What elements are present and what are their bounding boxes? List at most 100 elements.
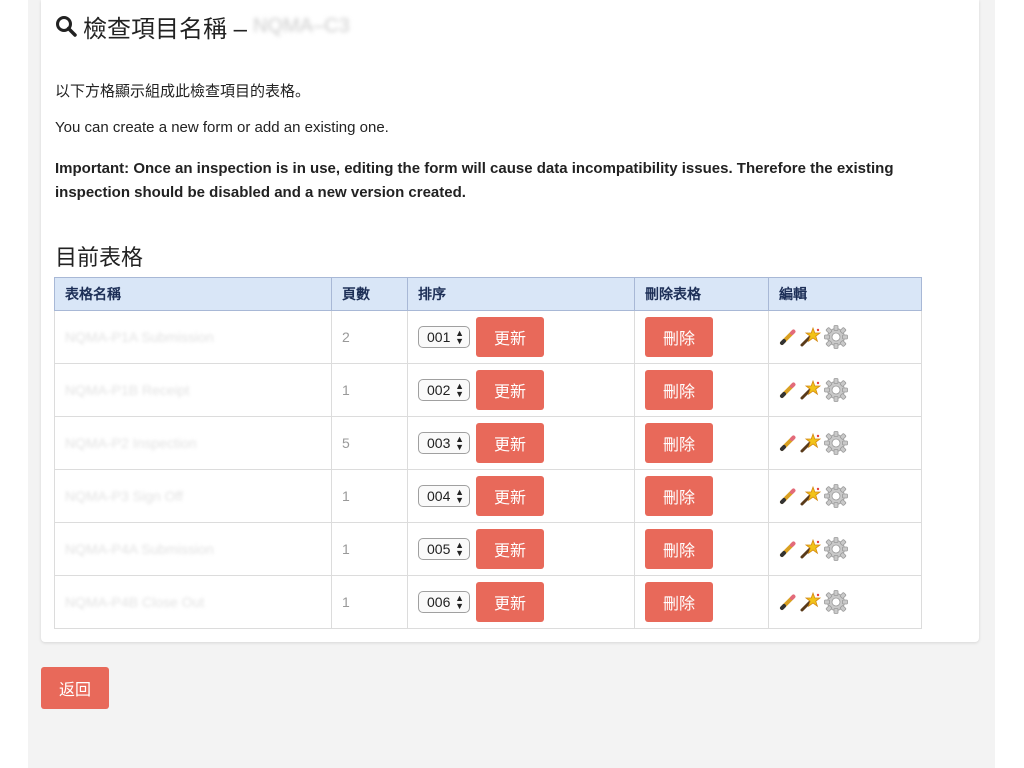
order-cell: 006 ▲ ▼ 更新 bbox=[407, 575, 635, 629]
page-count-cell: 1 bbox=[331, 469, 408, 523]
order-select[interactable]: 005 ▲ ▼ bbox=[418, 538, 470, 560]
order-select[interactable]: 003 ▲ ▼ bbox=[418, 432, 470, 454]
magic-wand-icon[interactable] bbox=[799, 538, 821, 560]
gear-icon[interactable] bbox=[823, 536, 849, 562]
table-row: NQMA-P1A Submission 2 001 ▲ ▼ 更新 刪除 bbox=[54, 310, 922, 364]
table-row: NQMA-P4B Close Out 1 006 ▲ ▼ 更新 刪除 bbox=[54, 575, 922, 629]
page-title: 檢查項目名稱 – NQMA–C3 bbox=[55, 10, 350, 43]
edit-cell bbox=[768, 522, 922, 576]
edit-cell bbox=[768, 575, 922, 629]
order-select[interactable]: 001 ▲ ▼ bbox=[418, 326, 470, 348]
delete-button[interactable]: 刪除 bbox=[645, 423, 713, 463]
header-delete: 刪除表格 bbox=[634, 277, 769, 311]
pencil-icon[interactable] bbox=[779, 381, 797, 399]
page-count-cell: 2 bbox=[331, 310, 408, 364]
delete-button[interactable]: 刪除 bbox=[645, 529, 713, 569]
pencil-icon[interactable] bbox=[779, 593, 797, 611]
delete-cell: 刪除 bbox=[634, 310, 769, 364]
magic-wand-icon[interactable] bbox=[799, 379, 821, 401]
form-name-cell: NQMA-P4B Close Out bbox=[54, 575, 332, 629]
order-cell: 004 ▲ ▼ 更新 bbox=[407, 469, 635, 523]
gear-icon[interactable] bbox=[823, 483, 849, 509]
order-cell: 003 ▲ ▼ 更新 bbox=[407, 416, 635, 470]
page-count-cell: 1 bbox=[331, 522, 408, 576]
delete-button[interactable]: 刪除 bbox=[645, 370, 713, 410]
form-name-cell: NQMA-P1A Submission bbox=[54, 310, 332, 364]
delete-cell: 刪除 bbox=[634, 363, 769, 417]
back-button[interactable]: 返回 bbox=[41, 667, 109, 709]
form-name-cell: NQMA-P2 Inspection bbox=[54, 416, 332, 470]
magic-wand-icon[interactable] bbox=[799, 326, 821, 348]
pencil-icon[interactable] bbox=[779, 434, 797, 452]
form-name-cell: NQMA-P1B Receipt bbox=[54, 363, 332, 417]
form-name: NQMA-P2 Inspection bbox=[65, 435, 197, 451]
gear-icon[interactable] bbox=[823, 589, 849, 615]
header-form-name: 表格名稱 bbox=[54, 277, 332, 311]
order-select[interactable]: 004 ▲ ▼ bbox=[418, 485, 470, 507]
table-row: NQMA-P3 Sign Off 1 004 ▲ ▼ 更新 刪除 bbox=[54, 469, 922, 523]
form-name: NQMA-P4A Submission bbox=[65, 541, 214, 557]
update-button[interactable]: 更新 bbox=[476, 582, 544, 622]
update-button[interactable]: 更新 bbox=[476, 370, 544, 410]
update-button[interactable]: 更新 bbox=[476, 529, 544, 569]
intro-line-1: 以下方格顯示組成此檢查項目的表格。 bbox=[55, 83, 311, 100]
edit-cell bbox=[768, 310, 922, 364]
sort-arrows-icon: ▲ ▼ bbox=[455, 540, 464, 558]
edit-cell bbox=[768, 363, 922, 417]
table-header-row: 表格名稱 頁數 排序 刪除表格 編輯 bbox=[54, 277, 922, 311]
order-cell: 001 ▲ ▼ 更新 bbox=[407, 310, 635, 364]
form-name: NQMA-P3 Sign Off bbox=[65, 488, 184, 504]
table-row: NQMA-P1B Receipt 1 002 ▲ ▼ 更新 刪除 bbox=[54, 363, 922, 417]
delete-button[interactable]: 刪除 bbox=[645, 317, 713, 357]
edit-cell bbox=[768, 469, 922, 523]
important-note: Important: Once an inspection is in use,… bbox=[55, 160, 894, 201]
order-value: 005 bbox=[427, 541, 451, 557]
page-count: 1 bbox=[342, 382, 350, 398]
intro-line-2: You can create a new form or add an exis… bbox=[55, 119, 389, 136]
edit-cell bbox=[768, 416, 922, 470]
page-title-suffix: NQMA–C3 bbox=[253, 14, 350, 37]
section-title: 目前表格 bbox=[55, 245, 144, 270]
sort-arrows-icon: ▲ ▼ bbox=[455, 381, 464, 399]
gear-icon[interactable] bbox=[823, 324, 849, 350]
gear-icon[interactable] bbox=[823, 430, 849, 456]
update-button[interactable]: 更新 bbox=[476, 476, 544, 516]
order-cell: 005 ▲ ▼ 更新 bbox=[407, 522, 635, 576]
delete-button[interactable]: 刪除 bbox=[645, 582, 713, 622]
magic-wand-icon[interactable] bbox=[799, 591, 821, 613]
order-value: 006 bbox=[427, 594, 451, 610]
form-name-cell: NQMA-P4A Submission bbox=[54, 522, 332, 576]
form-name-cell: NQMA-P3 Sign Off bbox=[54, 469, 332, 523]
order-select[interactable]: 002 ▲ ▼ bbox=[418, 379, 470, 401]
sort-arrows-icon: ▲ ▼ bbox=[455, 593, 464, 611]
order-value: 003 bbox=[427, 435, 451, 451]
gear-icon[interactable] bbox=[823, 377, 849, 403]
sort-arrows-icon: ▲ ▼ bbox=[455, 487, 464, 505]
magic-wand-icon[interactable] bbox=[799, 485, 821, 507]
pencil-icon[interactable] bbox=[779, 487, 797, 505]
page-count: 5 bbox=[342, 435, 350, 451]
page-count: 1 bbox=[342, 488, 350, 504]
page-count: 1 bbox=[342, 541, 350, 557]
order-value: 004 bbox=[427, 488, 451, 504]
order-select[interactable]: 006 ▲ ▼ bbox=[418, 591, 470, 613]
pencil-icon[interactable] bbox=[779, 540, 797, 558]
delete-cell: 刪除 bbox=[634, 416, 769, 470]
page-count-cell: 1 bbox=[331, 363, 408, 417]
page-count: 2 bbox=[342, 329, 350, 345]
search-icon bbox=[55, 15, 77, 37]
form-name: NQMA-P1B Receipt bbox=[65, 382, 190, 398]
form-name: NQMA-P4B Close Out bbox=[65, 594, 205, 610]
update-button[interactable]: 更新 bbox=[476, 423, 544, 463]
magic-wand-icon[interactable] bbox=[799, 432, 821, 454]
order-value: 001 bbox=[427, 329, 451, 345]
pencil-icon[interactable] bbox=[779, 328, 797, 346]
form-name: NQMA-P1A Submission bbox=[65, 329, 214, 345]
page-count: 1 bbox=[342, 594, 350, 610]
header-edit: 編輯 bbox=[768, 277, 922, 311]
order-value: 002 bbox=[427, 382, 451, 398]
sort-arrows-icon: ▲ ▼ bbox=[455, 434, 464, 452]
header-order: 排序 bbox=[407, 277, 635, 311]
delete-button[interactable]: 刪除 bbox=[645, 476, 713, 516]
update-button[interactable]: 更新 bbox=[476, 317, 544, 357]
